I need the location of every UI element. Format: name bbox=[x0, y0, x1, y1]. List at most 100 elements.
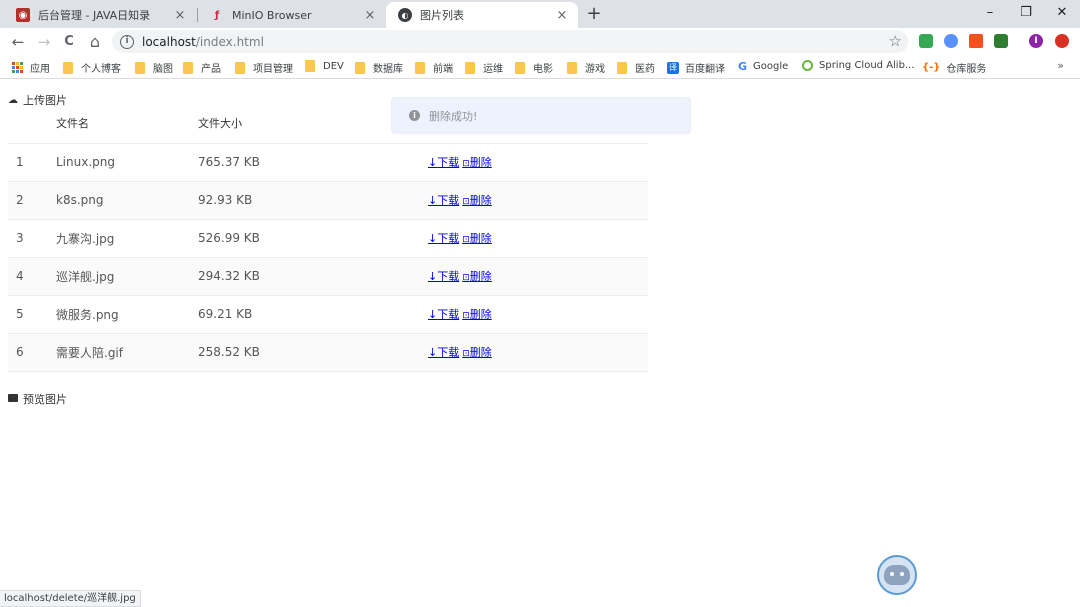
delete-link[interactable]: ⊡删除 bbox=[462, 194, 492, 207]
download-link[interactable]: ↓下载 bbox=[428, 346, 459, 359]
folder-icon bbox=[235, 61, 245, 74]
bookmark-3[interactable]: 产品 bbox=[183, 60, 221, 75]
row-index: 5 bbox=[8, 294, 48, 333]
back-button[interactable]: ← bbox=[7, 31, 29, 53]
trash-icon: ⊡ bbox=[462, 349, 470, 359]
tab-title: 后台管理 - JAVA日知录 bbox=[38, 9, 151, 22]
bookmark-label: 数据库 bbox=[373, 64, 403, 75]
bookmark-0[interactable]: 应用 bbox=[12, 60, 50, 75]
cangku-icon: {-} bbox=[922, 62, 941, 73]
table-row: 6 需要人陪.gif 258.52 KB ↓下载 ⊡删除 bbox=[8, 332, 648, 372]
bookmark-14[interactable]: Spring Cloud Alib... bbox=[802, 60, 914, 71]
download-label: 下载 bbox=[437, 346, 460, 359]
bookmark-star-icon[interactable]: ☆ bbox=[889, 32, 902, 50]
spring-icon bbox=[802, 60, 813, 71]
tab-admin[interactable]: ◉ 后台管理 - JAVA日知录 × bbox=[4, 2, 196, 28]
puzzle-icon[interactable] bbox=[919, 34, 933, 48]
download-link[interactable]: ↓下载 bbox=[428, 232, 459, 245]
download-icon: ↓ bbox=[428, 270, 438, 283]
bookmark-5[interactable]: DEV bbox=[305, 60, 344, 72]
table-row: 5 微服务.png 69.21 KB ↓下载 ⊡删除 bbox=[8, 294, 648, 333]
delete-link[interactable]: ⊡删除 bbox=[462, 308, 492, 321]
row-actions: ↓下载 ⊡删除 bbox=[412, 180, 648, 219]
bookmark-label: DEV bbox=[323, 60, 344, 72]
minio-favicon-icon: ƒ bbox=[214, 9, 220, 21]
row-actions: ↓下载 ⊡删除 bbox=[412, 332, 648, 372]
bookmark-15[interactable]: {-} 仓库服务 bbox=[922, 60, 986, 75]
bookmark-10[interactable]: 游戏 bbox=[567, 60, 605, 75]
bookmark-11[interactable]: 医药 bbox=[617, 60, 655, 75]
trash-icon: ⊡ bbox=[462, 235, 470, 245]
window-close-button[interactable]: ✕ bbox=[1044, 0, 1080, 28]
b-icon[interactable] bbox=[994, 34, 1008, 48]
bookmark-label: Google bbox=[753, 61, 789, 72]
download-icon: ↓ bbox=[428, 156, 438, 169]
browser-toolbar: ← → C ⌂ i localhost/index.html ☆ I bbox=[0, 28, 1080, 55]
header-filesize: 文件大小 bbox=[198, 116, 242, 130]
delete-label: 删除 bbox=[469, 308, 492, 321]
bookmarks-overflow-button[interactable]: » bbox=[1057, 59, 1064, 72]
bookmark-label: 脑图 bbox=[153, 64, 173, 75]
close-icon[interactable]: × bbox=[362, 8, 378, 23]
download-link[interactable]: ↓下载 bbox=[428, 156, 459, 169]
bookmark-2[interactable]: 脑图 bbox=[135, 60, 173, 75]
delete-label: 删除 bbox=[469, 232, 492, 245]
table-row: 1 Linux.png 765.37 KB ↓下载 ⊡删除 bbox=[8, 142, 648, 181]
bookmark-7[interactable]: 前端 bbox=[415, 60, 453, 75]
url-host: localhost bbox=[142, 34, 196, 49]
bookmark-1[interactable]: 个人博客 bbox=[63, 60, 121, 75]
header-index bbox=[8, 103, 48, 143]
google-icon: G bbox=[738, 60, 748, 73]
forward-button[interactable]: → bbox=[33, 31, 55, 53]
minimize-button[interactable]: – bbox=[972, 0, 1008, 28]
download-link[interactable]: ↓下载 bbox=[428, 270, 459, 283]
info-icon: i bbox=[409, 110, 420, 121]
download-link[interactable]: ↓下载 bbox=[428, 308, 459, 321]
delete-link[interactable]: ⊡删除 bbox=[462, 156, 492, 169]
tab-minio[interactable]: ƒ MinIO Browser × bbox=[198, 2, 386, 28]
profile-avatar[interactable]: I bbox=[1029, 34, 1043, 48]
stats-icon[interactable] bbox=[969, 34, 983, 48]
url-path: /index.html bbox=[195, 34, 264, 49]
reload-button[interactable]: C bbox=[58, 31, 80, 53]
bookmark-label: 前端 bbox=[433, 64, 453, 75]
row-filename: 九寨沟.jpg bbox=[48, 218, 190, 257]
record-icon[interactable] bbox=[1055, 34, 1069, 48]
delete-label: 删除 bbox=[469, 346, 492, 359]
row-index: 3 bbox=[8, 218, 48, 257]
restore-button[interactable]: ❐ bbox=[1008, 0, 1044, 28]
bookmark-13[interactable]: G Google bbox=[738, 60, 788, 73]
bookmark-9[interactable]: 电影 bbox=[515, 60, 553, 75]
info-icon[interactable]: i bbox=[120, 34, 134, 49]
close-icon[interactable]: × bbox=[172, 8, 188, 23]
address-bar[interactable]: i localhost/index.html ☆ bbox=[112, 30, 908, 53]
bookmark-12[interactable]: 译百度翻译 bbox=[667, 60, 725, 75]
folder-icon bbox=[63, 61, 73, 74]
delete-link[interactable]: ⊡删除 bbox=[462, 346, 492, 359]
download-icon: ↓ bbox=[428, 194, 438, 207]
trash-icon: ⊡ bbox=[462, 273, 470, 283]
shield-icon[interactable] bbox=[944, 34, 958, 48]
download-icon: ↓ bbox=[428, 308, 438, 321]
delete-label: 删除 bbox=[469, 156, 492, 169]
image-icon bbox=[8, 393, 18, 405]
tab-image-list[interactable]: ◐ 图片列表 × bbox=[386, 2, 578, 28]
bookmark-6[interactable]: 数据库 bbox=[355, 60, 403, 75]
toast-message: 删除成功! bbox=[429, 109, 478, 123]
row-filesize: 526.99 KB bbox=[190, 218, 412, 257]
download-icon: ↓ bbox=[428, 232, 438, 245]
delete-link[interactable]: ⊡删除 bbox=[462, 270, 492, 283]
folder-icon bbox=[515, 61, 525, 74]
folder-icon bbox=[465, 61, 475, 74]
row-filename: k8s.png bbox=[48, 180, 190, 219]
row-filesize: 69.21 KB bbox=[190, 294, 412, 333]
delete-link[interactable]: ⊡删除 bbox=[462, 232, 492, 245]
assistant-robot-icon[interactable] bbox=[877, 555, 917, 595]
bookmark-4[interactable]: 项目管理 bbox=[235, 60, 293, 75]
new-tab-button[interactable]: + bbox=[584, 3, 604, 25]
home-button[interactable]: ⌂ bbox=[84, 31, 106, 53]
bookmark-8[interactable]: 运维 bbox=[465, 60, 503, 75]
tab-strip: ◉ 后台管理 - JAVA日知录 × ƒ MinIO Browser × ◐ 图… bbox=[0, 0, 1080, 28]
close-icon[interactable]: × bbox=[554, 8, 570, 23]
download-link[interactable]: ↓下载 bbox=[428, 194, 459, 207]
